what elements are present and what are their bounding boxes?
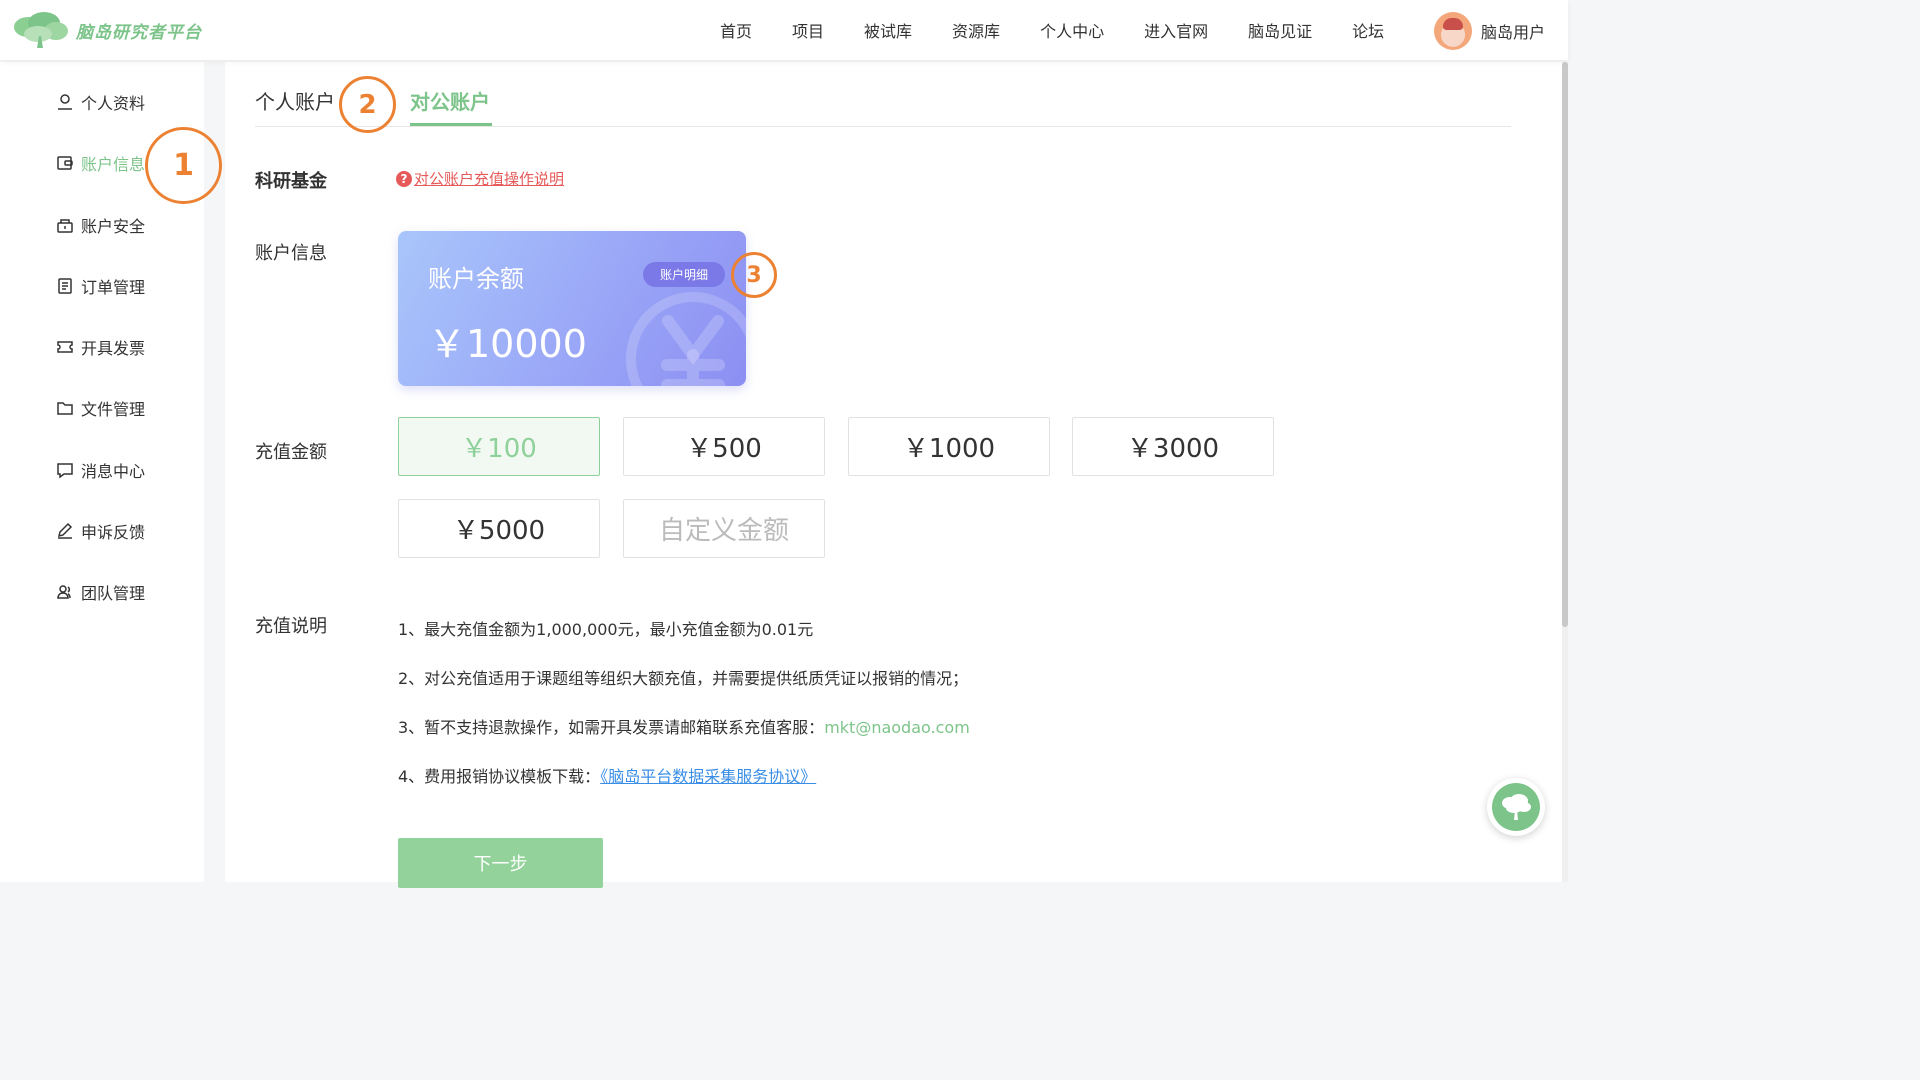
sidebar-item-label: 团队管理 (81, 584, 146, 603)
amount-option-100[interactable]: ￥100 (398, 417, 600, 476)
sidebar-item-label: 账户安全 (81, 217, 146, 236)
floating-assistant-button[interactable] (1487, 778, 1545, 836)
account-detail-button[interactable]: 账户明细 (643, 262, 725, 287)
sidebar-item-label: 开具发票 (81, 339, 146, 358)
nav-resources[interactable]: 资源库 (952, 18, 1000, 42)
sidebar-item-profile[interactable]: 个人资料 (56, 90, 145, 114)
sidebar-item-label: 个人资料 (81, 94, 146, 113)
lock-icon (56, 216, 74, 234)
recharge-amount-label: 充值金额 (255, 442, 327, 463)
amount-option-3000[interactable]: ￥3000 (1072, 417, 1274, 476)
order-icon (56, 277, 74, 295)
service-email[interactable]: mkt@naodao.com (824, 718, 970, 737)
top-header: 脑岛研究者平台 首页 项目 被试库 资源库 个人中心 进入官网 脑岛见证 论坛 … (0, 0, 1568, 60)
sidebar-item-label: 账户信息 (81, 155, 146, 174)
main-panel: 个人账户 对公账户 科研基金 ? 对公账户充值操作说明 账户信息 账户余额 ￥1… (225, 62, 1563, 888)
account-info-label: 账户信息 (255, 243, 327, 264)
recharge-help-text: 对公账户充值操作说明 (414, 170, 565, 188)
next-step-button[interactable]: 下一步 (398, 838, 603, 888)
sidebar-item-label: 订单管理 (81, 278, 146, 297)
question-icon: ? (396, 170, 412, 187)
amount-option-1000[interactable]: ￥1000 (848, 417, 1050, 476)
avatar[interactable] (1434, 12, 1472, 50)
account-tabs: 个人账户 对公账户 (255, 80, 1511, 127)
balance-amount: ￥10000 (428, 322, 587, 366)
annotation-badge-1: 1 (145, 127, 222, 204)
sidebar-item-invoice[interactable]: 开具发票 (56, 335, 145, 359)
amount-option-5000[interactable]: ￥5000 (398, 499, 600, 558)
sidebar-item-files[interactable]: 文件管理 (56, 396, 145, 420)
nav-testimonials[interactable]: 脑岛见证 (1248, 18, 1312, 42)
custom-amount-input[interactable]: 自定义金额 (623, 499, 825, 558)
folder-icon (56, 399, 74, 417)
nav-projects[interactable]: 项目 (792, 18, 824, 42)
nav-home[interactable]: 首页 (720, 18, 752, 42)
note-line-3-text: 3、暂不支持退款操作，如需开具发票请邮箱联系充值客服： (398, 718, 825, 737)
sidebar-item-feedback[interactable]: 申诉反馈 (56, 519, 145, 543)
page-scrollbar[interactable] (1562, 62, 1568, 882)
edit-icon (56, 522, 74, 540)
note-line-4: 4、费用报销协议模板下载：《脑岛平台数据采集服务协议》 (398, 763, 816, 787)
amount-option-500[interactable]: ￥500 (623, 417, 825, 476)
note-line-3: 3、暂不支持退款操作，如需开具发票请邮箱联系充值客服：mkt@naodao.co… (398, 714, 970, 738)
sidebar-item-team[interactable]: 团队管理 (56, 580, 145, 604)
nav-subject-pool[interactable]: 被试库 (864, 18, 912, 42)
message-icon (56, 461, 74, 479)
nav-personal-center[interactable]: 个人中心 (1040, 18, 1104, 42)
ticket-icon (56, 338, 74, 356)
sidebar-item-label: 消息中心 (81, 462, 146, 481)
yen-watermark-icon (626, 292, 746, 386)
balance-card: 账户余额 ￥10000 账户明细 (398, 231, 746, 386)
sidebar-item-messages[interactable]: 消息中心 (56, 458, 145, 482)
brain-tree-icon (1492, 783, 1540, 831)
annotation-badge-3: 3 (731, 252, 777, 298)
fund-label: 科研基金 (255, 171, 327, 192)
nav-forum[interactable]: 论坛 (1352, 18, 1384, 42)
note-line-2: 2、对公充值适用于课题组等组织大额充值，并需要提供纸质凭证以报销的情况； (398, 669, 969, 688)
user-name: 脑岛用户 (1481, 23, 1546, 42)
tab-personal-account[interactable]: 个人账户 (255, 86, 335, 115)
recharge-notes-label: 充值说明 (255, 616, 327, 637)
scrollbar-thumb[interactable] (1562, 62, 1568, 627)
brand-name: 脑岛研究者平台 (76, 22, 202, 43)
user-icon (56, 93, 74, 111)
active-tab-indicator (410, 123, 492, 126)
sidebar-item-orders[interactable]: 订单管理 (56, 274, 145, 298)
brain-tree-logo-icon (14, 12, 68, 48)
agreement-download-link[interactable]: 《脑岛平台数据采集服务协议》 (600, 767, 816, 786)
recharge-help-link[interactable]: ? 对公账户充值操作说明 (396, 168, 564, 189)
annotation-badge-2: 2 (339, 76, 396, 133)
nav-official-site[interactable]: 进入官网 (1144, 18, 1208, 42)
sidebar-item-label: 申诉反馈 (81, 523, 146, 542)
wallet-icon (56, 154, 74, 172)
sidebar-item-label: 文件管理 (81, 400, 146, 419)
tab-corporate-account[interactable]: 对公账户 (410, 86, 490, 115)
balance-title: 账户余额 (428, 265, 524, 293)
sidebar-item-account-info[interactable]: 账户信息 (56, 151, 145, 175)
sidebar-item-account-security[interactable]: 账户安全 (56, 213, 145, 237)
brand-logo[interactable]: 脑岛研究者平台 (12, 10, 202, 50)
team-icon (56, 583, 74, 601)
note-line-1: 1、最大充值金额为1,000,000元，最小充值金额为0.01元 (398, 620, 814, 639)
note-line-4-text: 4、费用报销协议模板下载： (398, 767, 601, 786)
main-nav: 首页 项目 被试库 资源库 个人中心 进入官网 脑岛见证 论坛 (700, 0, 1404, 60)
user-menu[interactable]: 脑岛用户 (1434, 12, 1545, 50)
